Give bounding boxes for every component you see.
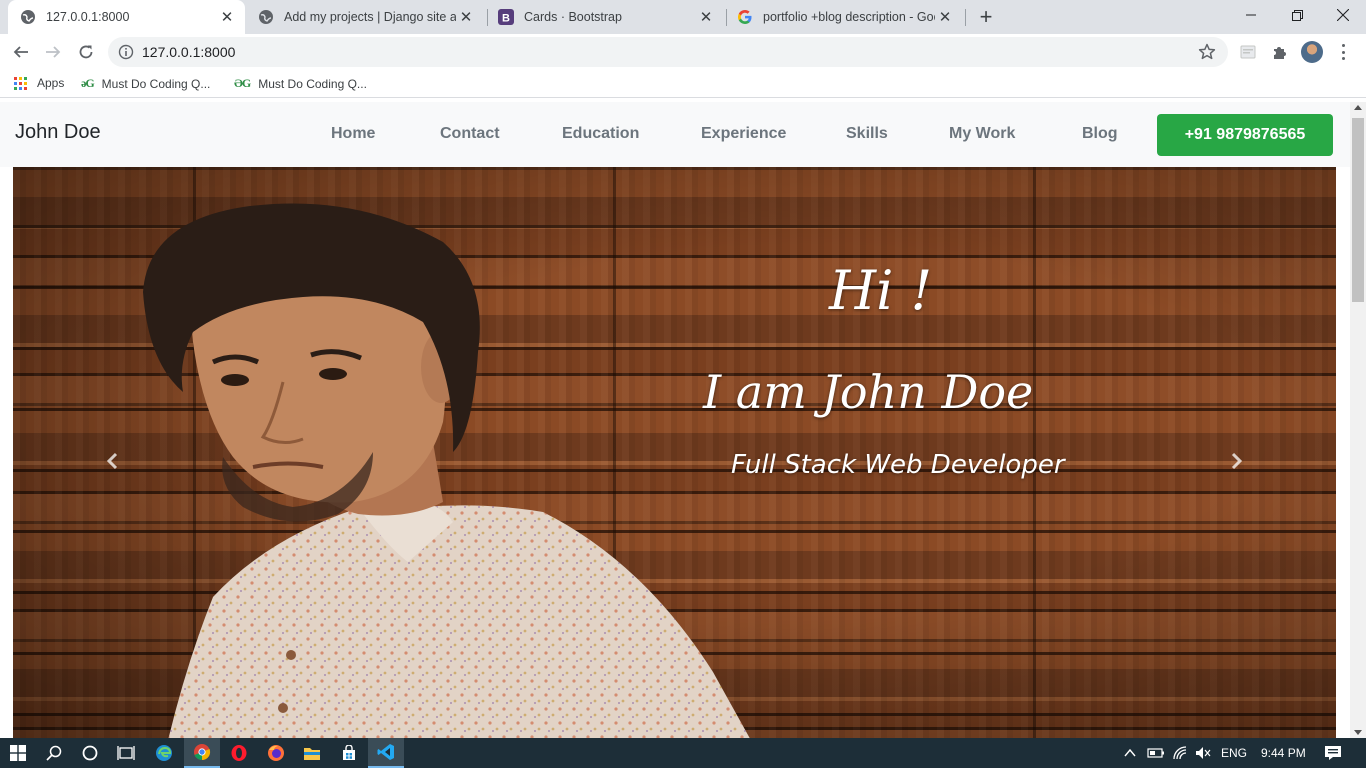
tab-separator — [965, 9, 966, 26]
windows-start-icon[interactable] — [0, 738, 36, 768]
notifications-icon[interactable] — [1324, 738, 1342, 768]
volume-muted-icon[interactable] — [1195, 738, 1211, 768]
bookmark-gfg-2[interactable]: ƏG Must Do Coding Q... — [234, 76, 367, 91]
opera-icon[interactable] — [221, 738, 257, 768]
windows-taskbar: ENG 9:44 PM — [0, 738, 1366, 768]
close-tab-icon[interactable]: ✕ — [217, 7, 237, 27]
bookmark-label: Apps — [37, 76, 65, 90]
chevron-right-icon — [1231, 452, 1243, 470]
new-tab-button[interactable]: + — [974, 4, 998, 29]
tab-localhost[interactable]: 127.0.0.1:8000 ✕ — [8, 0, 245, 34]
reload-button[interactable] — [73, 39, 99, 65]
firefox-icon[interactable] — [258, 738, 294, 768]
gfg-icon: ǝG — [81, 76, 95, 90]
task-view-icon[interactable] — [108, 738, 144, 768]
nav-home[interactable]: Home — [331, 125, 375, 143]
tab-google-search[interactable]: portfolio +blog description - Goo ✕ — [725, 0, 963, 34]
store-icon[interactable] — [331, 738, 367, 768]
page-scrollbar[interactable] — [1350, 102, 1366, 738]
cortana-icon[interactable] — [72, 738, 108, 768]
hero-headline: I am John Doe — [703, 365, 1034, 419]
nav-my-work[interactable]: My Work — [949, 125, 1015, 143]
scroll-up-arrow-icon[interactable] — [1354, 105, 1362, 110]
page-viewport: John Doe Home Contact Education Experien… — [0, 102, 1350, 738]
url-text: 127.0.0.1:8000 — [142, 44, 236, 60]
extensions-puzzle-icon[interactable] — [1270, 42, 1290, 62]
tab-title: 127.0.0.1:8000 — [46, 10, 130, 24]
back-arrow-icon — [13, 46, 28, 58]
minimize-window-button[interactable] — [1228, 0, 1274, 30]
back-button[interactable] — [8, 39, 34, 65]
tab-django-admin[interactable]: Add my projects | Django site ad ✕ — [246, 0, 484, 34]
apps-grid-icon — [14, 76, 27, 90]
tab-bootstrap-cards[interactable]: B Cards · Bootstrap ✕ — [486, 0, 724, 34]
close-tab-icon[interactable]: ✕ — [935, 7, 955, 27]
nav-education[interactable]: Education — [562, 125, 639, 143]
bookmark-label: Must Do Coding Q... — [101, 76, 211, 91]
bookmarks-bar: Apps ǝG Must Do Coding Q... ƏG Must Do C… — [0, 70, 1366, 98]
battery-icon[interactable] — [1147, 738, 1165, 768]
close-tab-icon[interactable]: ✕ — [696, 7, 716, 27]
browser-tab-strip: 127.0.0.1:8000 ✕ Add my projects | Djang… — [0, 0, 1366, 34]
bookmark-gfg-1[interactable]: ǝG Must Do Coding Q... — [81, 76, 210, 91]
tab-title: portfolio +blog description - Goo — [763, 10, 935, 24]
google-icon — [737, 9, 753, 25]
scroll-down-arrow-icon[interactable] — [1354, 730, 1362, 735]
carousel-prev-button[interactable] — [101, 449, 125, 473]
chevron-up-icon — [1124, 748, 1136, 757]
restore-window-button[interactable] — [1274, 0, 1320, 30]
language-indicator[interactable]: ENG — [1221, 738, 1247, 768]
browser-menu-icon[interactable] — [1334, 43, 1352, 61]
minimize-icon — [1246, 14, 1256, 16]
profile-avatar[interactable] — [1301, 41, 1323, 63]
scrollbar-thumb[interactable] — [1352, 118, 1364, 302]
address-bar[interactable]: 127.0.0.1:8000 — [108, 37, 1228, 67]
reload-icon — [79, 45, 93, 59]
chrome-icon[interactable] — [184, 738, 220, 768]
phone-button[interactable]: +91 9879876565 — [1157, 114, 1333, 156]
restore-icon — [1291, 9, 1303, 21]
show-hidden-icons-button[interactable] — [1124, 738, 1136, 768]
site-brand[interactable]: John Doe — [15, 121, 101, 144]
site-info-icon[interactable] — [118, 44, 134, 60]
bookmark-apps[interactable]: Apps — [14, 76, 64, 90]
globe-icon — [258, 9, 274, 25]
nav-contact[interactable]: Contact — [440, 125, 500, 143]
bookmark-star-icon[interactable] — [1198, 43, 1216, 61]
edge-icon[interactable] — [146, 738, 182, 768]
extension-icon[interactable] — [1238, 42, 1258, 62]
nav-skills[interactable]: Skills — [846, 125, 888, 143]
tab-title: Add my projects | Django site ad — [284, 10, 456, 24]
svg-text:B: B — [502, 13, 510, 25]
browser-toolbar: 127.0.0.1:8000 — [0, 34, 1366, 70]
hero-role: Full Stack Web Developer — [731, 450, 1065, 480]
forward-button[interactable] — [40, 39, 66, 65]
gfg-icon: ƏG — [234, 76, 251, 90]
bookmark-label: Must Do Coding Q... — [258, 76, 367, 91]
nav-experience[interactable]: Experience — [701, 125, 786, 143]
bootstrap-icon: B — [498, 9, 514, 25]
tab-title: Cards · Bootstrap — [524, 10, 622, 24]
vscode-icon[interactable] — [368, 738, 404, 768]
file-explorer-icon[interactable] — [294, 738, 330, 768]
globe-icon — [20, 9, 36, 25]
close-icon — [1337, 9, 1349, 21]
hero-carousel: Hi ! I am John Doe Full Stack Web Develo… — [13, 167, 1336, 738]
search-icon[interactable] — [36, 738, 72, 768]
nav-blog[interactable]: Blog — [1082, 125, 1118, 143]
carousel-next-button[interactable] — [1224, 449, 1248, 473]
wifi-icon[interactable] — [1173, 738, 1189, 768]
chevron-left-icon — [106, 452, 118, 470]
forward-arrow-icon — [46, 46, 61, 58]
close-tab-icon[interactable]: ✕ — [456, 7, 476, 27]
close-window-button[interactable] — [1320, 0, 1366, 30]
hero-greeting: Hi ! — [829, 259, 933, 322]
site-navbar: John Doe Home Contact Education Experien… — [0, 102, 1350, 167]
profile-photo — [143, 203, 750, 738]
clock[interactable]: 9:44 PM — [1261, 738, 1306, 768]
